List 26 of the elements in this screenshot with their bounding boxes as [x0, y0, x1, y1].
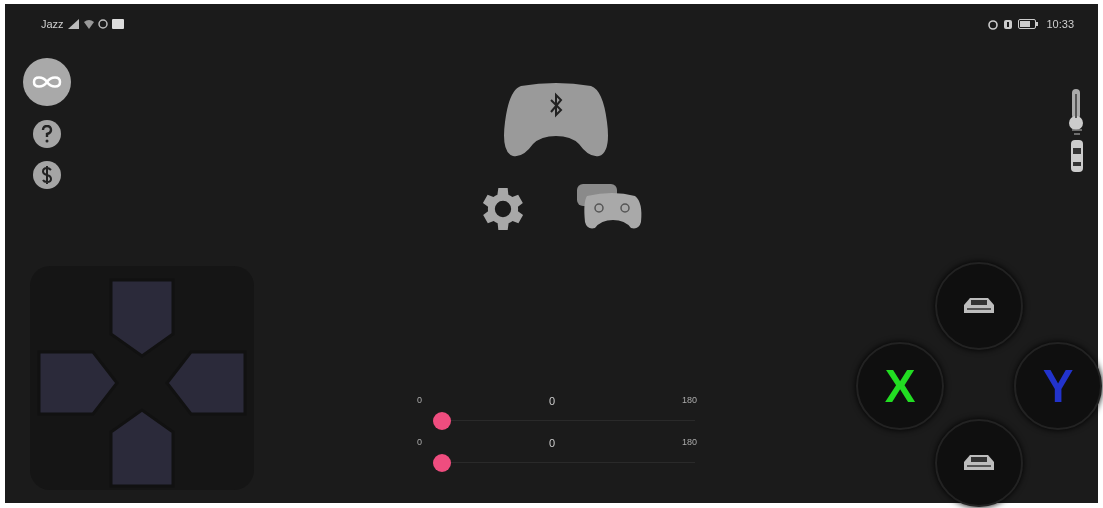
car-button[interactable]: [935, 262, 1023, 350]
dollar-icon: [41, 165, 53, 185]
infinity-button[interactable]: [23, 58, 71, 106]
max-label: 180: [681, 436, 697, 450]
slider-value: 0: [548, 435, 556, 451]
signal-icon: [67, 19, 80, 30]
car-button[interactable]: [935, 419, 1023, 507]
slider-value: 0: [548, 393, 556, 409]
slider-thumb[interactable]: [433, 454, 451, 472]
battery-icon: [1018, 19, 1039, 30]
letter-button[interactable]: X: [856, 342, 944, 430]
help-button[interactable]: [33, 120, 61, 148]
question-icon: [41, 125, 53, 143]
car-icon: [962, 453, 996, 473]
min-label: 0: [417, 394, 422, 408]
slider-thumb[interactable]: [433, 412, 451, 430]
min-label: 0: [417, 436, 422, 450]
car-icon: [962, 296, 996, 316]
dollar-button[interactable]: [33, 161, 61, 189]
bluetooth-controller-icon[interactable]: [501, 82, 611, 158]
max-label: 180: [681, 394, 697, 408]
car-icon[interactable]: [1069, 128, 1085, 174]
clock-time: 10:33: [1046, 17, 1074, 32]
carrier-name: Jazz: [41, 17, 64, 32]
wifi-icon: [83, 19, 94, 30]
infinity-icon: [32, 75, 62, 89]
